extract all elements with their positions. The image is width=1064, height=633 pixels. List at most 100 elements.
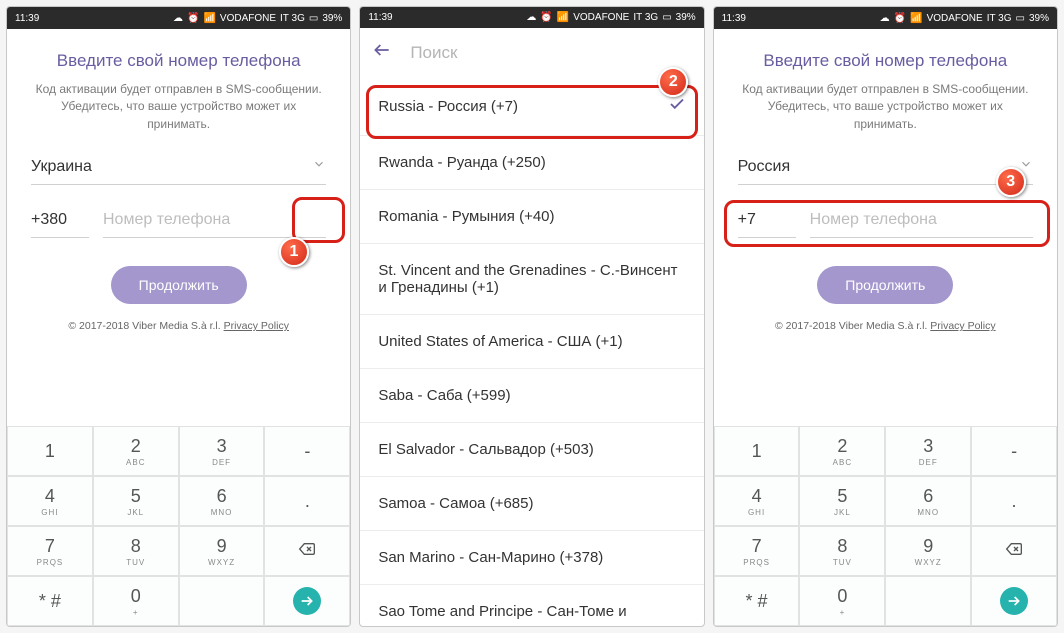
arrow-right-icon bbox=[293, 587, 321, 615]
status-battery: 39% bbox=[1029, 13, 1049, 24]
key-9[interactable]: 9WXYZ bbox=[179, 526, 265, 576]
page-subtext: Код активации будет отправлен в SMS-сооб… bbox=[738, 81, 1033, 133]
key-1[interactable]: 1 bbox=[7, 426, 93, 476]
copyright-text: © 2017-2018 Viber Media S.à r.l. bbox=[68, 320, 220, 332]
cloud-icon: ☁ bbox=[526, 12, 536, 23]
backspace-icon bbox=[296, 541, 318, 562]
numeric-keypad: 12ABC3DEF- 4GHI5JKL6MNO. 7PRQS8TUV9WXYZ * #… bbox=[714, 426, 1057, 626]
key-4[interactable]: 4GHI bbox=[714, 476, 800, 526]
country-item[interactable]: Saba - Саба (+599) bbox=[360, 369, 703, 423]
battery-icon: ▭ bbox=[309, 13, 318, 24]
country-item[interactable]: Samoa - Самоа (+685) bbox=[360, 477, 703, 531]
wifi-icon: 📶 bbox=[557, 12, 569, 23]
key-[interactable]: - bbox=[971, 426, 1057, 476]
key-7[interactable]: 7PRQS bbox=[7, 526, 93, 576]
key-0[interactable]: 0+ bbox=[799, 576, 885, 626]
country-item-russia[interactable]: Russia - Россия (+7) bbox=[360, 77, 703, 136]
go-key[interactable] bbox=[264, 576, 350, 626]
status-time: 11:39 bbox=[368, 12, 392, 23]
key-7[interactable]: 7PRQS bbox=[714, 526, 800, 576]
country-item[interactable]: San Marino - Сан-Марино (+378) bbox=[360, 531, 703, 585]
key-5[interactable]: 5JKL bbox=[799, 476, 885, 526]
key-[interactable]: * # bbox=[714, 576, 800, 626]
key-2[interactable]: 2ABC bbox=[93, 426, 179, 476]
status-bar: 11:39 ☁ ⏰ 📶 VODAFONE IT 3G ▭ 39% bbox=[714, 7, 1057, 29]
key-8[interactable]: 8TUV bbox=[799, 526, 885, 576]
screen-3-enter-phone-russia: 11:39 ☁ ⏰ 📶 VODAFONE IT 3G ▭ 39% Введите… bbox=[713, 6, 1058, 627]
key-[interactable]: . bbox=[971, 476, 1057, 526]
country-dropdown[interactable]: Украина bbox=[31, 151, 326, 185]
battery-icon: ▭ bbox=[662, 12, 671, 23]
alarm-icon: ⏰ bbox=[540, 12, 552, 23]
wifi-icon: 📶 bbox=[203, 13, 215, 24]
status-bar: 11:39 ☁ ⏰ 📶 VODAFONE IT 3G ▭ 39% bbox=[7, 7, 350, 29]
status-time: 11:39 bbox=[15, 13, 39, 24]
search-bar: Поиск bbox=[360, 28, 703, 77]
alarm-icon: ⏰ bbox=[894, 13, 906, 24]
check-icon bbox=[668, 95, 686, 117]
cloud-icon: ☁ bbox=[173, 13, 183, 24]
key-1[interactable]: 1 bbox=[714, 426, 800, 476]
country-selected: Украина bbox=[31, 158, 92, 176]
screen-2-search-country: 11:39 ☁ ⏰ 📶 VODAFONE IT 3G ▭ 39% Поиск R… bbox=[359, 6, 704, 627]
status-net: IT 3G bbox=[633, 12, 658, 23]
status-battery: 39% bbox=[322, 13, 342, 24]
step-badge-3: 3 bbox=[996, 167, 1026, 197]
copyright-text: © 2017-2018 Viber Media S.à r.l. bbox=[775, 320, 927, 332]
key-[interactable]: * # bbox=[7, 576, 93, 626]
key-6[interactable]: 6MNO bbox=[179, 476, 265, 526]
status-net: IT 3G bbox=[987, 13, 1012, 24]
status-bar: 11:39 ☁ ⏰ 📶 VODAFONE IT 3G ▭ 39% bbox=[360, 7, 703, 28]
phone-number-input[interactable]: Номер телефона bbox=[810, 205, 1033, 238]
key-3[interactable]: 3DEF bbox=[179, 426, 265, 476]
alarm-icon: ⏰ bbox=[187, 13, 199, 24]
backspace-key[interactable] bbox=[971, 526, 1057, 576]
status-carrier: VODAFONE bbox=[927, 13, 983, 24]
status-time: 11:39 bbox=[722, 13, 746, 24]
key-5[interactable]: 5JKL bbox=[93, 476, 179, 526]
key-8[interactable]: 8TUV bbox=[93, 526, 179, 576]
page-title: Введите свой номер телефона bbox=[738, 51, 1033, 71]
key-[interactable]: - bbox=[264, 426, 350, 476]
key-4[interactable]: 4GHI bbox=[7, 476, 93, 526]
page-subtext: Код активации будет отправлен в SMS-сооб… bbox=[31, 81, 326, 133]
wifi-icon: 📶 bbox=[910, 13, 922, 24]
screen-1-enter-phone: 11:39 ☁ ⏰ 📶 VODAFONE IT 3G ▭ 39% Введите… bbox=[6, 6, 351, 627]
empty-key bbox=[179, 576, 265, 626]
arrow-right-icon bbox=[1000, 587, 1028, 615]
page-title: Введите свой номер телефона bbox=[31, 51, 326, 71]
status-carrier: VODAFONE bbox=[220, 13, 276, 24]
cloud-icon: ☁ bbox=[880, 13, 890, 24]
country-item[interactable]: El Salvador - Сальвадор (+503) bbox=[360, 423, 703, 477]
country-dropdown[interactable]: Россия bbox=[738, 151, 1033, 185]
key-[interactable]: . bbox=[264, 476, 350, 526]
key-2[interactable]: 2ABC bbox=[799, 426, 885, 476]
key-0[interactable]: 0+ bbox=[93, 576, 179, 626]
status-carrier: VODAFONE bbox=[573, 12, 629, 23]
status-net: IT 3G bbox=[280, 13, 305, 24]
go-key[interactable] bbox=[971, 576, 1057, 626]
search-input[interactable]: Поиск bbox=[410, 43, 691, 63]
country-item[interactable]: Romania - Румыния (+40) bbox=[360, 190, 703, 244]
country-item[interactable]: Sao Tome and Principe - Сан-Томе и bbox=[360, 585, 703, 626]
country-item[interactable]: Rwanda - Руанда (+250) bbox=[360, 136, 703, 190]
chevron-down-icon bbox=[312, 157, 326, 176]
country-code[interactable]: +7 bbox=[738, 205, 796, 238]
continue-button[interactable]: Продолжить bbox=[111, 266, 247, 304]
back-arrow-icon[interactable] bbox=[372, 40, 392, 65]
phone-number-input[interactable]: Номер телефона bbox=[103, 205, 326, 238]
country-item[interactable]: United States of America - США (+1) bbox=[360, 315, 703, 369]
backspace-icon bbox=[1003, 541, 1025, 562]
privacy-policy-link[interactable]: Privacy Policy bbox=[930, 320, 995, 332]
key-9[interactable]: 9WXYZ bbox=[885, 526, 971, 576]
step-badge-1: 1 bbox=[279, 237, 309, 267]
continue-button[interactable]: Продолжить bbox=[817, 266, 953, 304]
country-list[interactable]: Russia - Россия (+7) Rwanda - Руанда (+2… bbox=[360, 77, 703, 626]
country-item[interactable]: St. Vincent and the Grenadines - С.-Винс… bbox=[360, 244, 703, 315]
privacy-policy-link[interactable]: Privacy Policy bbox=[224, 320, 289, 332]
backspace-key[interactable] bbox=[264, 526, 350, 576]
country-selected: Россия bbox=[738, 158, 790, 176]
key-6[interactable]: 6MNO bbox=[885, 476, 971, 526]
country-code[interactable]: +380 bbox=[31, 205, 89, 238]
key-3[interactable]: 3DEF bbox=[885, 426, 971, 476]
